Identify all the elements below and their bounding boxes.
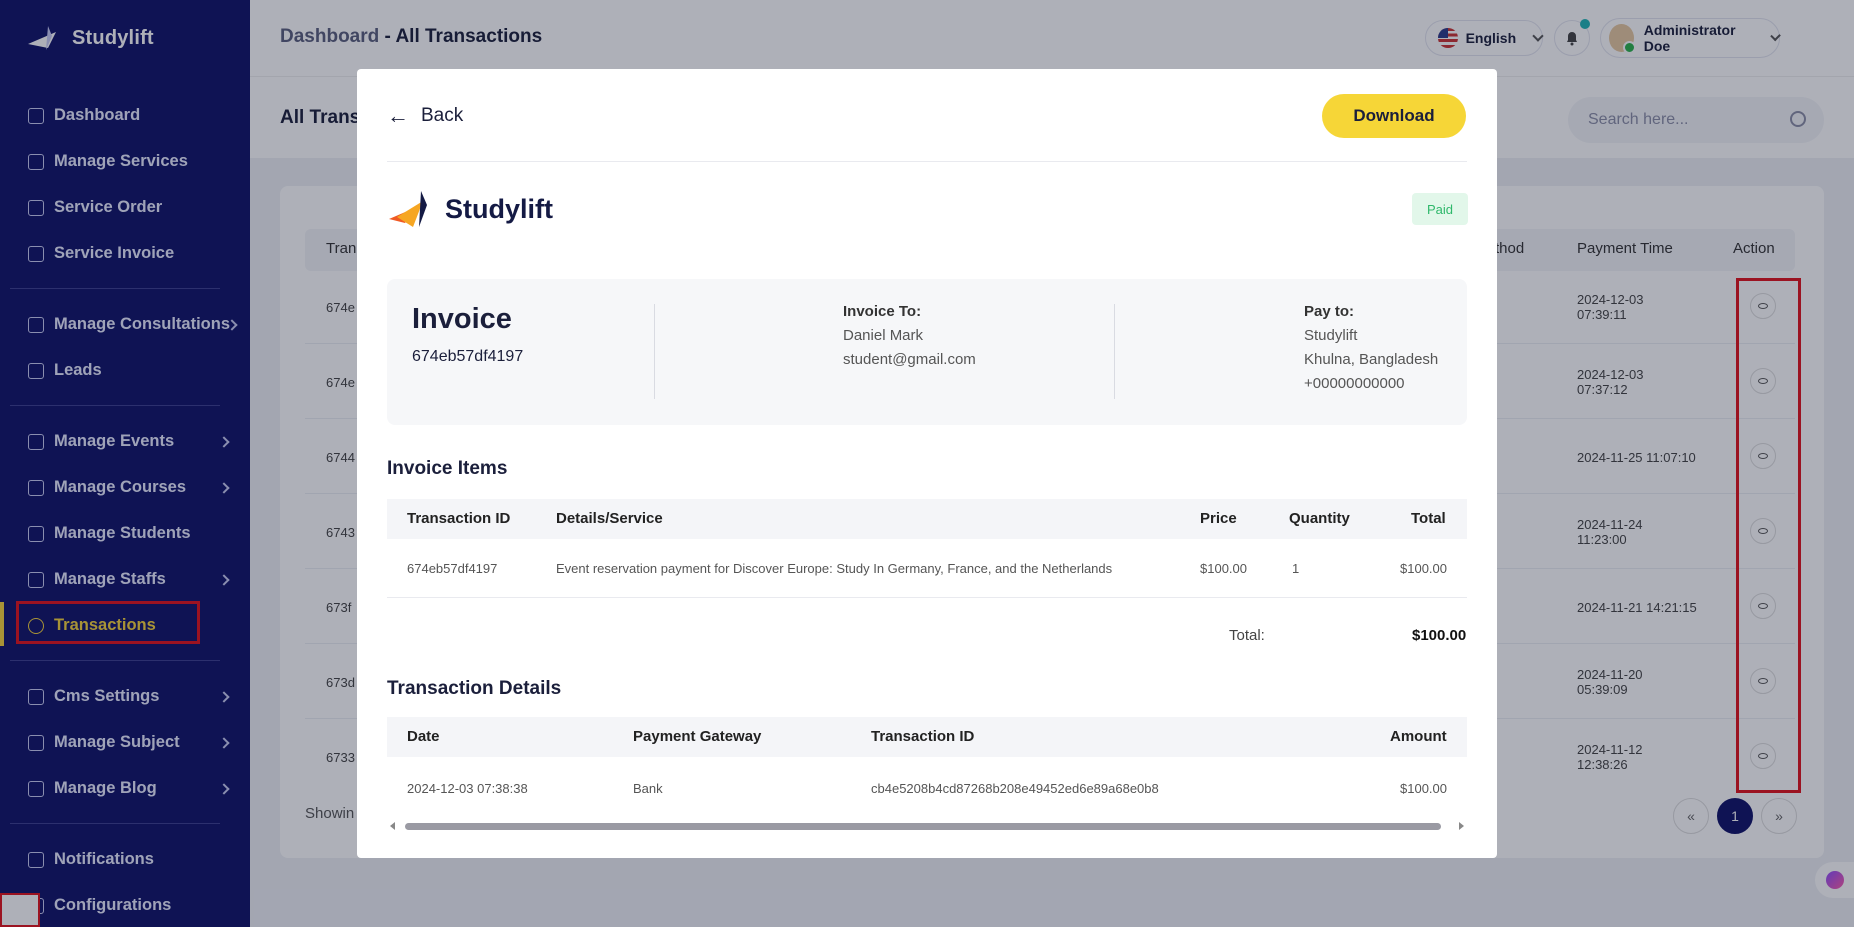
table-cell: 674eb57df4197: [407, 561, 498, 576]
horizontal-scrollbar[interactable]: [387, 819, 1467, 833]
column-header: Total: [1411, 510, 1446, 527]
pay-to-phone: +00000000000: [1304, 375, 1405, 392]
back-button[interactable]: ← Back: [387, 103, 463, 129]
section-title: Transaction Details: [387, 678, 562, 699]
scroll-right-icon[interactable]: [1459, 822, 1464, 830]
back-label: Back: [421, 105, 464, 126]
scrollbar-thumb[interactable]: [405, 823, 1441, 830]
table-cell: Bank: [633, 781, 663, 796]
arrow-left-icon: ←: [387, 103, 409, 128]
invoice-number: 674eb57df4197: [412, 348, 524, 365]
invoice-brand: Studylift: [445, 193, 553, 224]
divider: [387, 597, 1467, 598]
table-cell: Event reservation payment for Discover E…: [556, 561, 1113, 576]
divider: [1114, 304, 1115, 399]
invoice-to-email: student@gmail.com: [843, 351, 976, 368]
logo-icon: [389, 191, 427, 227]
scroll-left-icon[interactable]: [390, 822, 395, 830]
pay-to-name: Studylift: [1304, 327, 1358, 344]
table-cell: 1: [1292, 561, 1300, 576]
column-header: Transaction ID: [407, 510, 511, 527]
table-cell: $100.00: [1200, 561, 1247, 576]
invoice-logo: Studylift: [387, 187, 553, 231]
table-cell: 2024-12-03 07:38:38: [407, 781, 528, 796]
download-button[interactable]: Download: [1322, 94, 1466, 138]
pay-to-address: Khulna, Bangladesh: [1304, 351, 1439, 368]
divider: [654, 304, 655, 399]
section-title: Invoice Items: [387, 458, 508, 479]
divider: [387, 161, 1467, 162]
pay-to-heading: Pay to:: [1304, 303, 1355, 320]
table-cell: $100.00: [1400, 781, 1447, 796]
column-header: Date: [407, 728, 440, 745]
invoice-summary: Invoice 674eb57df4197 Invoice To: Daniel…: [387, 279, 1467, 425]
table-cell: $100.00: [1400, 561, 1447, 576]
column-header: Price: [1200, 510, 1237, 527]
invoice-title: Invoice: [412, 303, 512, 335]
total-value: $100.00: [1412, 627, 1467, 644]
invoice-modal: ← Back Download Studylift Paid Invoice 6…: [357, 69, 1497, 858]
column-header: Quantity: [1289, 510, 1350, 527]
invoice-to-heading: Invoice To:: [843, 303, 922, 320]
table-cell: cb4e5208b4cd87268b208e49452ed6e89a68e0b8: [871, 781, 1159, 796]
column-header: Payment Gateway: [633, 728, 762, 745]
column-header: Details/Service: [556, 510, 663, 527]
status-badge: Paid: [1412, 193, 1468, 225]
column-header: Amount: [1390, 728, 1447, 745]
column-header: Transaction ID: [871, 728, 975, 745]
invoice-to-name: Daniel Mark: [843, 327, 924, 344]
total-label: Total:: [1229, 627, 1265, 644]
